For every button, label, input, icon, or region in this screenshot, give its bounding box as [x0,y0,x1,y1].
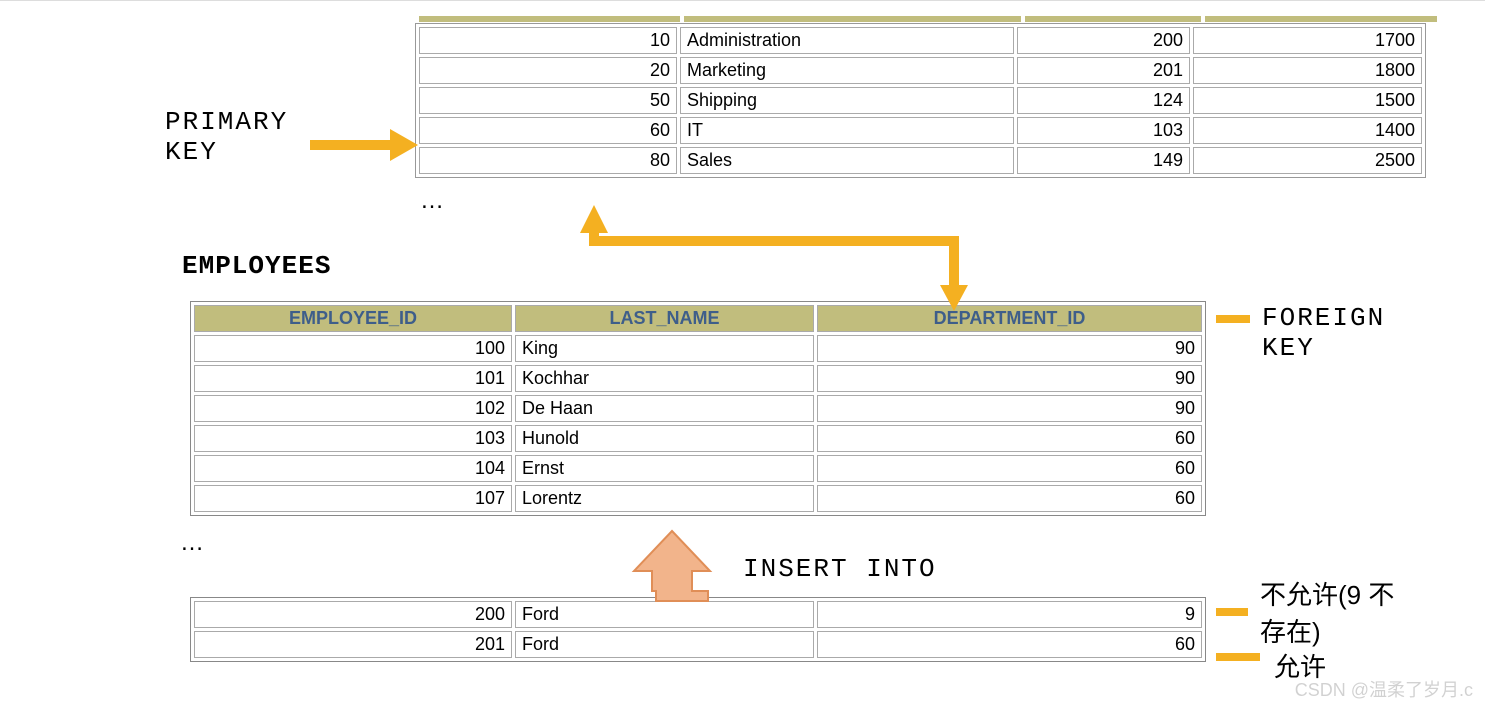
dept-mgr-cell: 200 [1017,27,1190,54]
table-row: 50Shipping1241500 [419,87,1422,114]
departments-table-wrap: 10Administration2001700 20Marketing20118… [415,23,1426,178]
not-allowed-line1: 不允许(9 不 [1260,575,1394,612]
primary-key-arrow-icon [310,129,418,161]
dept-id-cell: 60 [419,117,677,144]
foreign-key-label: FOREIGN KEY [1262,303,1385,363]
dept-name-cell: Shipping [680,87,1014,114]
emp-dept-cell: 90 [817,335,1202,362]
table-row: 20Marketing2011800 [419,57,1422,84]
emp-dept-cell: 60 [817,485,1202,512]
dept-id-cell: 10 [419,27,677,54]
table-row: 60IT1031400 [419,117,1422,144]
dept-name-cell: Marketing [680,57,1014,84]
ins-id-cell: 200 [194,601,512,628]
insert-table-wrap: 200Ford9 201Ford60 [190,597,1206,662]
emp-id-cell: 100 [194,335,512,362]
dept-id-cell: 50 [419,87,677,114]
emp-dept-cell: 60 [817,425,1202,452]
emp-id-cell: 104 [194,455,512,482]
table-row: 102De Haan90 [194,395,1202,422]
employees-table-wrap: EMPLOYEE_ID LAST_NAME DEPARTMENT_ID 100K… [190,301,1206,516]
table-row: 101Kochhar90 [194,365,1202,392]
insert-table: 200Ford9 201Ford60 [191,598,1205,661]
emp-name-cell: Lorentz [515,485,814,512]
dept-loc-cell: 1800 [1193,57,1422,84]
emp-name-cell: King [515,335,814,362]
dept-loc-cell: 1700 [1193,27,1422,54]
dept-mgr-cell: 149 [1017,147,1190,174]
employees-header-id: EMPLOYEE_ID [194,305,512,332]
table-row: 100King90 [194,335,1202,362]
employees-header-dept: DEPARTMENT_ID [817,305,1202,332]
table-row: 10Administration2001700 [419,27,1422,54]
not-allowed-line2: 存在) [1260,612,1394,649]
table-row: 103Hunold60 [194,425,1202,452]
dept-loc-cell: 2500 [1193,147,1422,174]
dept-loc-cell: 1500 [1193,87,1422,114]
not-allowed-label: 不允许(9 不 存在) [1260,575,1394,649]
table-row: 80Sales1492500 [419,147,1422,174]
ins-dept-cell: 9 [817,601,1202,628]
top-table-header-gap-3 [1025,16,1201,22]
ellipsis-top: … [420,187,444,215]
insert-into-label: INSERT INTO [743,554,937,584]
ins-dept-cell: 60 [817,631,1202,658]
primary-key-label-line1: PRIMARY [165,107,288,137]
departments-table: 10Administration2001700 20Marketing20118… [416,24,1425,177]
employees-header-name: LAST_NAME [515,305,814,332]
foreign-key-label-line1: FOREIGN [1262,303,1385,333]
dept-loc-cell: 1400 [1193,117,1422,144]
dept-id-cell: 80 [419,147,677,174]
watermark: CSDN @温柔了岁月.c [1295,676,1473,702]
fk-connector-arrow-icon [580,205,968,311]
emp-dept-cell: 90 [817,395,1202,422]
emp-name-cell: De Haan [515,395,814,422]
insert-into-up-arrow-icon [634,531,710,601]
emp-name-cell: Ernst [515,455,814,482]
table-row: 107Lorentz60 [194,485,1202,512]
emp-id-cell: 107 [194,485,512,512]
table-row: 200Ford9 [194,601,1202,628]
top-table-header-gap-4 [1205,16,1437,22]
dept-mgr-cell: 124 [1017,87,1190,114]
dept-mgr-cell: 201 [1017,57,1190,84]
emp-id-cell: 101 [194,365,512,392]
emp-name-cell: Kochhar [515,365,814,392]
dept-name-cell: IT [680,117,1014,144]
dept-name-cell: Sales [680,147,1014,174]
table-row: 104Ernst60 [194,455,1202,482]
emp-id-cell: 103 [194,425,512,452]
emp-dept-cell: 90 [817,365,1202,392]
dept-id-cell: 20 [419,57,677,84]
employees-title: EMPLOYEES [182,251,331,281]
ellipsis-mid: … [180,529,204,557]
emp-dept-cell: 60 [817,455,1202,482]
foreign-key-label-line2: KEY [1262,333,1385,363]
employees-table: EMPLOYEE_ID LAST_NAME DEPARTMENT_ID 100K… [191,302,1205,515]
ins-name-cell: Ford [515,631,814,658]
top-table-header-gap-1 [419,16,680,22]
table-row: 201Ford60 [194,631,1202,658]
ins-id-cell: 201 [194,631,512,658]
dept-name-cell: Administration [680,27,1014,54]
emp-id-cell: 102 [194,395,512,422]
dept-mgr-cell: 103 [1017,117,1190,144]
ins-name-cell: Ford [515,601,814,628]
primary-key-label-line2: KEY [165,137,288,167]
employees-header-row: EMPLOYEE_ID LAST_NAME DEPARTMENT_ID [194,305,1202,332]
emp-name-cell: Hunold [515,425,814,452]
primary-key-label: PRIMARY KEY [165,107,288,167]
top-table-header-gap-2 [684,16,1021,22]
